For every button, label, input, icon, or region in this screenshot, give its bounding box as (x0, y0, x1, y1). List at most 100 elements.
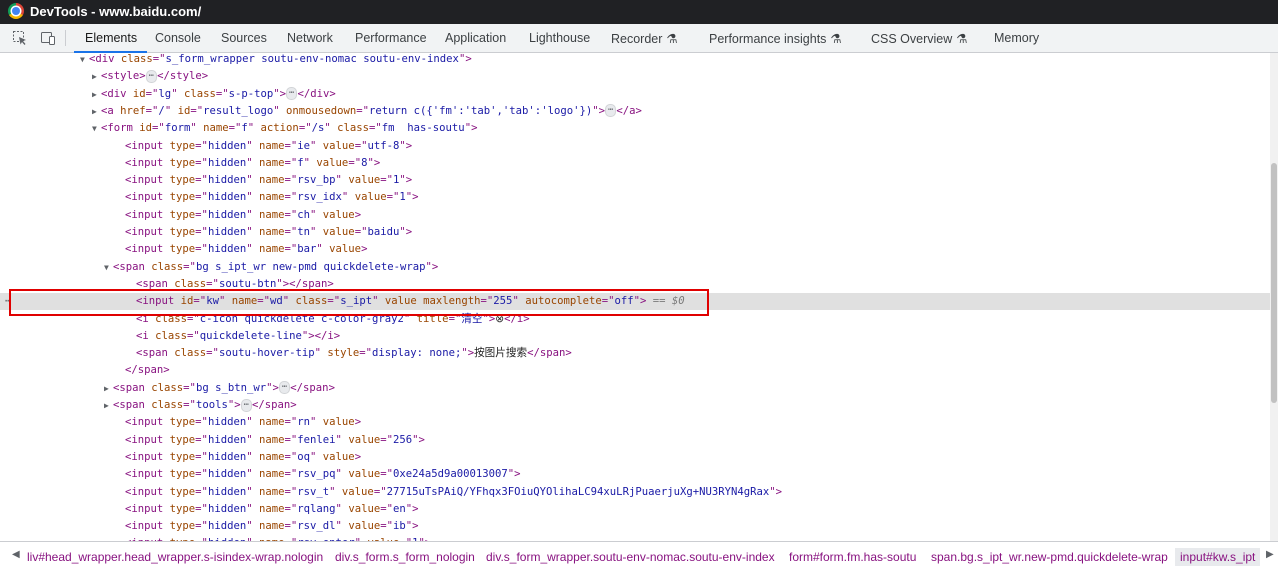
tab-recorder[interactable]: Recorder ⚗ (611, 31, 678, 46)
dom-node[interactable]: ▶ <span class="tools"> ⋯ </span> (0, 397, 1270, 414)
attribute-name: type (169, 502, 196, 515)
tab-css-overview[interactable]: CSS Overview ⚗ (871, 31, 968, 46)
dom-node[interactable]: <input type="hidden" name="rsv_pq" value… (0, 466, 1270, 483)
dom-node[interactable]: ▼ <form id="form" name="f" action="/s" cl… (0, 120, 1270, 137)
tag-syntax: =" (380, 174, 393, 187)
dom-node[interactable]: <input type="hidden" name="f" value="8"> (0, 155, 1270, 172)
vertical-scrollbar[interactable] (1270, 53, 1278, 541)
breadcrumb-item[interactable]: span.bg.s_ipt_wr.new-pmd.quickdelete-wra… (931, 550, 1168, 564)
breadcrumb-item-selected[interactable]: input#kw.s_ipt (1175, 548, 1261, 566)
attribute-name: name (258, 468, 285, 481)
tag-syntax: <input (125, 502, 170, 515)
dom-node[interactable]: <input type="hidden" name="ch" value> (0, 207, 1270, 224)
dom-node[interactable]: <span class="soutu-hover-tip" style="dis… (0, 345, 1270, 362)
tag-syntax: "> (405, 191, 419, 204)
dom-node[interactable]: <input type="hidden" name="ie" value="ut… (0, 138, 1270, 155)
breadcrumb-item[interactable]: liv#head_wrapper.head_wrapper.s-isindex-… (27, 550, 323, 564)
tag-syntax: " (246, 156, 259, 169)
dom-node[interactable]: ▶ <span class="bg s_btn_wr"> ⋯ </span> (0, 380, 1270, 397)
breadcrumb-scroll-right-icon[interactable]: ▶ (1266, 549, 1274, 560)
expand-triangle-closed-icon[interactable]: ▶ (92, 103, 101, 120)
tab-application[interactable]: Application (445, 31, 506, 45)
breadcrumb-item[interactable]: div.s_form.s_form_nologin (335, 550, 475, 564)
tag-syntax: </style> (157, 70, 209, 83)
tag-syntax: "> (633, 295, 647, 308)
collapsed-children-ellipsis[interactable]: ⋯ (278, 381, 291, 395)
dom-node[interactable]: ▶ <style> ⋯ </style> (0, 68, 1270, 85)
tag-syntax: =" (257, 295, 270, 308)
expand-triangle-closed-icon[interactable]: ▶ (92, 68, 101, 85)
tag-syntax: =" (195, 156, 208, 169)
dom-node[interactable]: <input type="hidden" name="oq" value> (0, 449, 1270, 466)
dom-node[interactable]: </span> (0, 362, 1270, 379)
tag-syntax: "> (227, 399, 241, 411)
inspect-element-icon[interactable] (12, 30, 28, 46)
collapsed-children-ellipsis[interactable]: ⋯ (240, 398, 253, 412)
tab-memory[interactable]: Memory (994, 31, 1039, 45)
collapsed-children-ellipsis[interactable]: ⋯ (604, 104, 617, 118)
expand-triangle-closed-icon[interactable]: ▶ (104, 380, 113, 397)
tab-console[interactable]: Console (155, 31, 201, 45)
attribute-value: wd (270, 295, 283, 308)
expand-triangle-closed-icon[interactable]: ▶ (104, 397, 113, 414)
tag-syntax: <input (125, 468, 170, 481)
dom-node[interactable]: <input type="hidden" name="rqlang" value… (0, 501, 1270, 518)
attribute-name: type (169, 139, 196, 152)
tag-syntax: "> (273, 87, 287, 100)
attribute-name: type (169, 174, 196, 187)
scrollbar-thumb[interactable] (1271, 163, 1277, 403)
dom-node[interactable]: <input type="hidden" name="rsv_idx" valu… (0, 189, 1270, 206)
elements-dom-tree[interactable]: ▼ <div class="s_form_wrapper soutu-env-no… (0, 53, 1270, 541)
tag-syntax: "> (412, 433, 425, 446)
tab-performance[interactable]: Performance (355, 31, 427, 45)
expand-triangle-open-icon[interactable]: ▼ (104, 259, 113, 276)
dom-node[interactable]: ▼ <span class="bg s_ipt_wr new-pmd quickd… (0, 259, 1270, 276)
collapsed-children-ellipsis[interactable]: ⋯ (145, 69, 158, 83)
dom-node[interactable]: <i class="quickdelete-line"></i> (0, 328, 1270, 345)
tag-syntax: =" (145, 87, 159, 100)
tag-syntax: </span> (527, 347, 572, 360)
collapsed-children-ellipsis[interactable]: ⋯ (286, 87, 298, 101)
dom-node-selected[interactable]: <input id="kw" name="wd" class="s_ipt" v… (0, 293, 1270, 311)
dom-node[interactable]: ▶ <div id="lg" class="s-p-top"> ⋯ </div> (0, 86, 1270, 103)
tag-syntax: " (246, 226, 259, 238)
experimental-flask-icon: ⚗ (830, 32, 842, 46)
dom-node[interactable]: <input type="hidden" name="rn" value> (0, 414, 1270, 431)
attribute-name: type (169, 416, 196, 429)
dom-node[interactable]: <input type="hidden" name="rsv_t" value=… (0, 484, 1270, 501)
attribute-value: oq (297, 450, 311, 463)
device-toggle-icon[interactable] (40, 30, 56, 46)
node-actions-gutter-icon[interactable]: ⋯ (5, 293, 11, 310)
dom-node[interactable]: <i class="c-icon quickdelete c-color-gra… (0, 311, 1270, 328)
tab-lighthouse[interactable]: Lighthouse (529, 31, 590, 45)
tab-sources[interactable]: Sources (221, 31, 267, 45)
expand-triangle-open-icon[interactable]: ▼ (92, 120, 101, 137)
tag-syntax: "> (367, 156, 381, 169)
dom-node[interactable]: ▶ <a href="/" id="result_logo" onmousedow… (0, 103, 1270, 120)
tag-syntax: </div> (297, 87, 336, 100)
attribute-name: onmousedown (286, 104, 357, 117)
breadcrumb-item[interactable]: div.s_form_wrapper.soutu-env-nomac.soutu… (486, 550, 775, 564)
dom-node[interactable]: <input type="hidden" name="bar" value> (0, 241, 1270, 258)
attribute-value: rsv_dl (297, 520, 336, 533)
experimental-flask-icon: ⚗ (956, 32, 968, 46)
dom-node[interactable]: <input type="hidden" name="rsv_bp" value… (0, 172, 1270, 189)
attribute-value: quickdelete-line (199, 329, 302, 342)
breadcrumb-item[interactable]: form#form.fm.has-soutu (789, 550, 916, 564)
dom-node[interactable]: ▼ <div class="s_form_wrapper soutu-env-no… (0, 53, 1270, 68)
dom-node[interactable]: <input type="hidden" name="fenlei" value… (0, 432, 1270, 449)
dom-node[interactable]: <input type="hidden" name="tn" value="ba… (0, 224, 1270, 241)
dom-node[interactable]: <input type="hidden" name="rsv_dl" value… (0, 518, 1270, 535)
expand-triangle-closed-icon[interactable]: ▶ (92, 86, 101, 103)
dom-node[interactable]: <span class="soutu-btn"></span> (0, 276, 1270, 293)
attribute-value: soutu-hover-tip (218, 347, 315, 360)
tab-network[interactable]: Network (287, 31, 333, 45)
tag-syntax: </span> (125, 364, 170, 377)
breadcrumb-scroll-left-icon[interactable]: ◀ (12, 549, 20, 560)
expand-triangle-open-icon[interactable]: ▼ (80, 53, 89, 68)
tag-syntax: " (246, 450, 259, 463)
tab-elements[interactable]: Elements (73, 31, 148, 53)
tab-performance-insights[interactable]: Performance insights ⚗ (709, 31, 842, 46)
tag-syntax: <form (101, 122, 140, 135)
tag-syntax: =" (356, 104, 369, 117)
